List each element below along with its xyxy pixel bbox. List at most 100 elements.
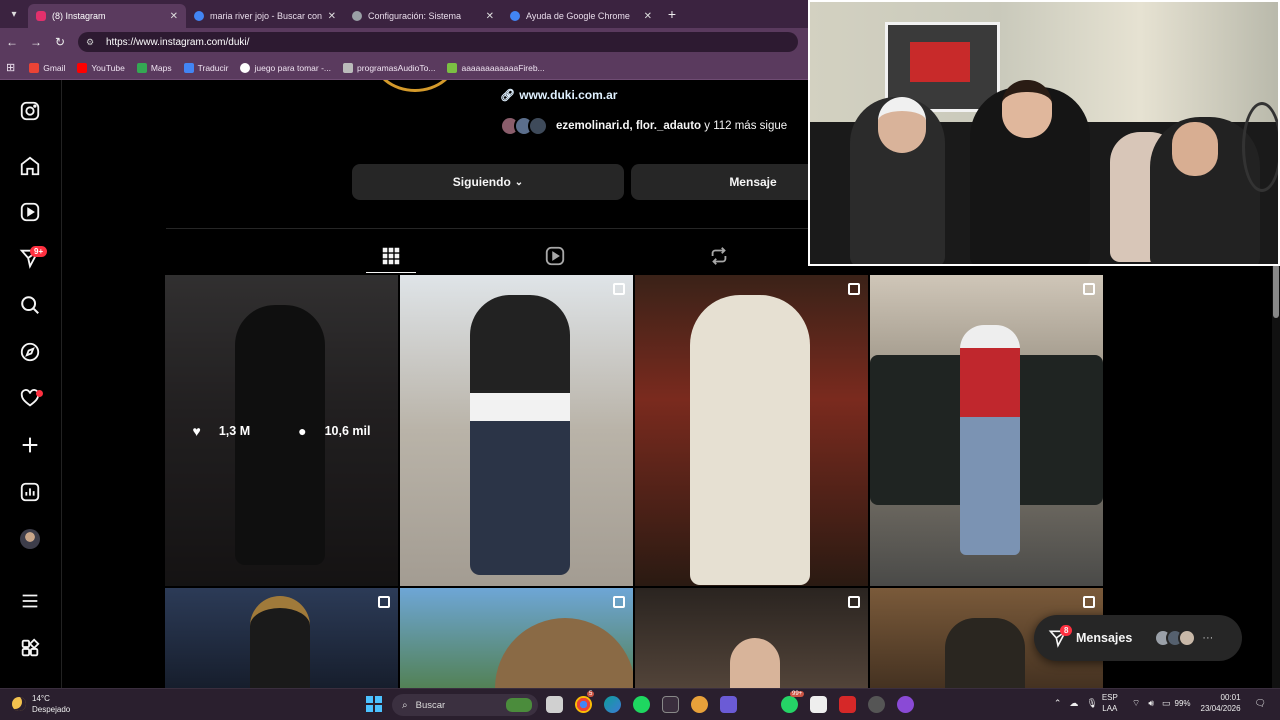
profile-avatar[interactable] xyxy=(19,528,41,550)
back-arrow-icon[interactable]: ← xyxy=(0,35,24,49)
search-icon[interactable] xyxy=(19,294,41,316)
webcam-shelf-item xyxy=(910,42,970,82)
volume-icon[interactable]: 🔊︎ xyxy=(1148,698,1154,709)
clock[interactable]: 00:01 23/04/2026 xyxy=(1201,692,1241,714)
tab-chrome-help[interactable]: Ayuda de Google Chrome ✕ xyxy=(502,4,660,28)
reload-icon[interactable]: ↻ xyxy=(48,35,72,49)
url-input[interactable]: ⚙ https://www.instagram.com/duki/ xyxy=(78,32,798,52)
dashboard-icon[interactable] xyxy=(19,481,41,503)
microphone-icon[interactable]: 🎙︎ xyxy=(1086,698,1097,709)
bookmark-translate[interactable]: Traducir xyxy=(183,62,228,73)
date: 23/04/2026 xyxy=(1200,704,1241,713)
instagram-sidebar: 9+ xyxy=(0,80,62,688)
tab-google-search[interactable]: maria river jojo - Buscar con Go ✕ xyxy=(186,4,344,28)
post-tile[interactable] xyxy=(400,588,633,688)
obs-icon[interactable] xyxy=(868,696,885,713)
carousel-icon xyxy=(848,283,860,295)
post-figure xyxy=(730,638,780,688)
spotify-icon[interactable] xyxy=(633,696,650,713)
website-link[interactable]: 🔗︎ www.duki.com.ar xyxy=(500,88,617,102)
bookmark-youtube[interactable]: YouTube xyxy=(77,62,125,73)
store-icon[interactable] xyxy=(720,696,737,713)
following-button[interactable]: Siguiendo ⌄ xyxy=(352,164,624,200)
post-tile[interactable] xyxy=(400,275,633,586)
tab-reels[interactable] xyxy=(544,245,566,267)
webcam-face xyxy=(878,97,926,153)
post-figure xyxy=(250,596,310,688)
comments-value: 10,6 mil xyxy=(324,423,371,438)
tab-label: Configuración: Sistema xyxy=(368,11,462,21)
bookmark-firebase[interactable]: aaaaaaaaaaaaFireb... xyxy=(447,62,545,73)
language-indicator[interactable]: ESP LAA xyxy=(1102,692,1118,714)
windows-start-icon[interactable] xyxy=(366,696,382,712)
tab-reposts[interactable] xyxy=(708,245,730,267)
close-icon[interactable]: ✕ xyxy=(170,11,178,22)
tab-posts[interactable] xyxy=(366,245,416,273)
weather-widget[interactable]: 14°C Despejado xyxy=(12,693,70,715)
meta-apps-icon[interactable] xyxy=(19,637,41,659)
close-icon[interactable]: ✕ xyxy=(328,11,336,22)
google-favicon-icon xyxy=(194,11,204,21)
tab-label: (8) Instagram xyxy=(52,11,106,21)
bookmark-game[interactable]: juego para tomar -... xyxy=(240,62,331,73)
carousel-icon xyxy=(613,283,625,295)
post-tile[interactable] xyxy=(635,275,868,586)
search-placeholder: Buscar xyxy=(415,699,446,711)
apps-grid-icon[interactable]: ⊞ xyxy=(6,61,15,74)
messages-pill[interactable]: 8 Mensajes ··· xyxy=(1034,615,1242,661)
chrome-icon[interactable] xyxy=(575,696,592,713)
app-circle-icon[interactable] xyxy=(897,696,914,713)
post-tile[interactable] xyxy=(870,275,1103,586)
explore-icon[interactable] xyxy=(19,341,41,363)
bookmark-label: Gmail xyxy=(43,62,66,73)
site-info-icon[interactable]: ⚙ xyxy=(86,37,98,48)
home-icon[interactable] xyxy=(19,155,41,177)
instagram-icon[interactable] xyxy=(19,100,41,122)
reels-icon xyxy=(545,246,565,266)
followed-by-names: ezemolinari.d, flor._adauto xyxy=(556,120,702,132)
followed-by[interactable]: ezemolinari.d, flor._adauto y 112 más si… xyxy=(500,116,787,136)
translate-icon xyxy=(183,62,194,73)
forward-arrow-icon[interactable]: → xyxy=(24,35,48,49)
carousel-icon xyxy=(1083,283,1095,295)
edge-icon[interactable] xyxy=(604,696,621,713)
weather-condition: Despejado xyxy=(32,705,71,714)
taskbar-search-input[interactable]: ⌕ Buscar xyxy=(392,694,538,716)
profile-avatar-ring[interactable] xyxy=(372,80,458,92)
post-tile[interactable] xyxy=(635,588,868,688)
bookmark-label: programasAudioTo... xyxy=(357,62,436,73)
lang-top: ESP xyxy=(1101,693,1118,702)
new-tab-button[interactable]: + xyxy=(660,6,684,22)
post-tile[interactable] xyxy=(165,588,398,688)
create-icon[interactable] xyxy=(19,434,41,456)
task-view-icon[interactable] xyxy=(546,696,563,713)
tab-search-icon[interactable]: ▾ xyxy=(0,0,28,28)
battery-icon[interactable]: ▭ xyxy=(1162,698,1171,709)
chevron-up-icon[interactable]: ⌃ xyxy=(1054,698,1062,709)
tab-settings[interactable]: Configuración: Sistema ✕ xyxy=(344,4,502,28)
capcut-icon[interactable] xyxy=(810,696,827,713)
webcam-overlay xyxy=(808,0,1280,266)
reels-icon[interactable] xyxy=(19,201,41,223)
wifi-icon[interactable]: ⌔ xyxy=(1132,698,1140,709)
close-icon[interactable]: ✕ xyxy=(644,11,652,22)
tab-instagram[interactable]: (8) Instagram ✕ xyxy=(28,4,186,28)
app-icon[interactable] xyxy=(662,696,679,713)
brave-icon[interactable] xyxy=(691,696,708,713)
firebase-icon xyxy=(447,62,458,73)
bookmark-maps[interactable]: Maps xyxy=(136,62,172,73)
close-icon[interactable]: ✕ xyxy=(486,11,494,22)
cloud-icon[interactable]: ☁ xyxy=(1069,698,1078,709)
bookmark-gmail[interactable]: Gmail xyxy=(29,62,66,73)
menu-icon[interactable] xyxy=(19,590,41,612)
bookmark-label: YouTube xyxy=(91,62,125,73)
carousel-icon xyxy=(613,596,625,608)
comment-icon: ● xyxy=(298,422,307,439)
notification-center-icon[interactable]: 🗨︎ xyxy=(1255,698,1266,709)
bookmark-programs[interactable]: programasAudioTo... xyxy=(343,62,436,73)
post-tile[interactable]: ♥ 1,3 M ● 10,6 mil xyxy=(165,275,398,586)
lightshot-icon[interactable] xyxy=(839,696,856,713)
scrollbar-thumb[interactable] xyxy=(1273,264,1279,318)
whatsapp-icon[interactable] xyxy=(781,696,798,713)
heart-icon: ♥ xyxy=(192,422,201,439)
